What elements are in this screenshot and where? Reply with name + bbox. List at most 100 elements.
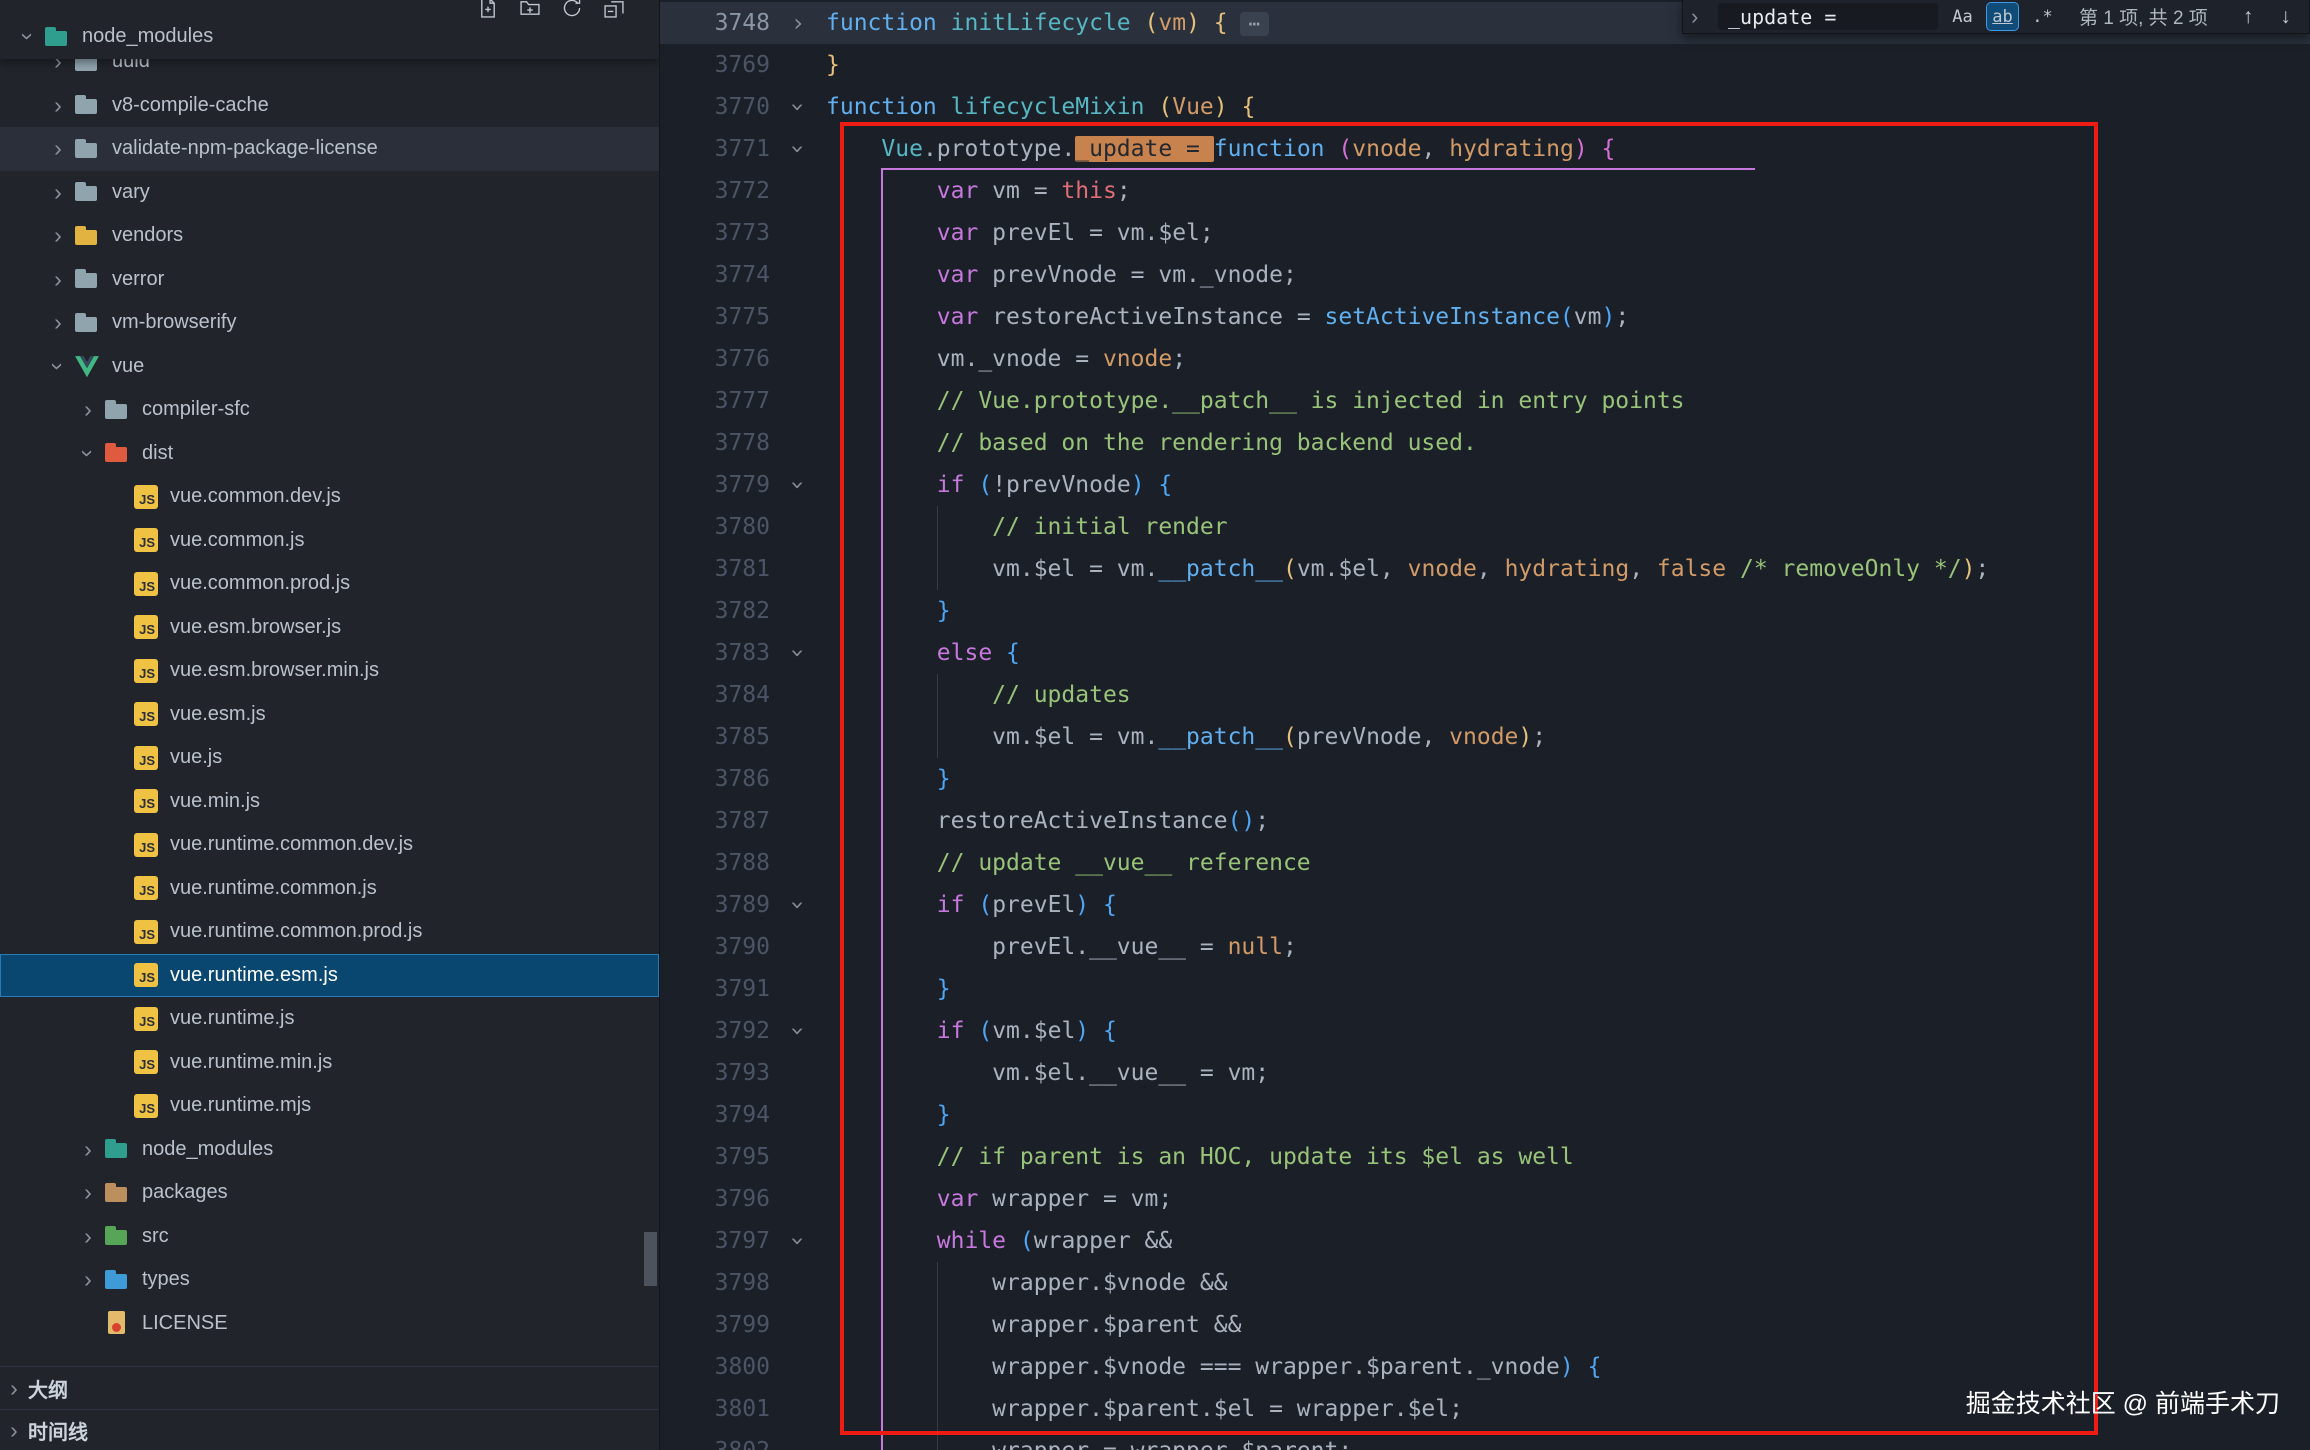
code-line-3792[interactable]: 3792› if (vm.$el) {: [660, 1010, 2310, 1052]
chevron-down-icon[interactable]: ›: [15, 23, 42, 51]
chevron-right-icon[interactable]: ›: [44, 135, 72, 162]
chevron-down-icon[interactable]: ›: [45, 352, 72, 380]
code-line-3782[interactable]: 3782 }: [660, 590, 2310, 632]
code-lines[interactable]: 3748›function initLifecycle (vm) {⋯3769}…: [660, 2, 2310, 1450]
match-case-button[interactable]: Aa: [1947, 3, 1978, 30]
tree-item-packages[interactable]: ›packages: [0, 1171, 659, 1215]
tree-item-verror[interactable]: ›verror: [0, 258, 659, 302]
tree-item-vue.min.js[interactable]: JSvue.min.js: [0, 780, 659, 824]
code-line-3802[interactable]: 3802 wrapper = wrapper.$parent;: [660, 1430, 2310, 1450]
code-line-3770[interactable]: 3770›function lifecycleMixin (Vue) {: [660, 86, 2310, 128]
code-line-3776[interactable]: 3776 vm._vnode = vnode;: [660, 338, 2310, 380]
code-line-3797[interactable]: 3797› while (wrapper &&: [660, 1220, 2310, 1262]
tree-item-vue.runtime.js[interactable]: JSvue.runtime.js: [0, 997, 659, 1041]
tree-item-vendors[interactable]: ›vendors: [0, 214, 659, 258]
sidebar-scrollbar[interactable]: [644, 1232, 657, 1286]
chevron-right-icon[interactable]: ›: [0, 1417, 28, 1444]
tree-item-dist[interactable]: ›dist: [0, 432, 659, 476]
tree-item-vue.esm.browser.js[interactable]: JSvue.esm.browser.js: [0, 606, 659, 650]
outline-panel-header[interactable]: › 大纲: [0, 1366, 659, 1410]
tree-item-vue.runtime.mjs[interactable]: JSvue.runtime.mjs: [0, 1084, 659, 1128]
tree-item-vue.js[interactable]: JSvue.js: [0, 736, 659, 780]
fold-down-icon[interactable]: ›: [777, 457, 819, 513]
chevron-right-icon[interactable]: ›: [74, 1266, 102, 1293]
tree-item-validate-npm-package-license[interactable]: ›validate-npm-package-license: [0, 127, 659, 171]
chevron-right-icon[interactable]: ›: [44, 92, 72, 119]
chevron-right-icon[interactable]: ›: [74, 1136, 102, 1163]
new-file-button[interactable]: [477, 0, 499, 19]
tree-item-vue.esm.js[interactable]: JSvue.esm.js: [0, 693, 659, 737]
tree-item-node_modules[interactable]: ›node_modules: [0, 1128, 659, 1172]
tree-item-vue.common.dev.js[interactable]: JSvue.common.dev.js: [0, 475, 659, 519]
code-line-3771[interactable]: 3771› Vue.prototype._update = function (…: [660, 128, 2310, 170]
code-line-3775[interactable]: 3775 var restoreActiveInstance = setActi…: [660, 296, 2310, 338]
code-line-3799[interactable]: 3799 wrapper.$parent &&: [660, 1304, 2310, 1346]
fold-right-icon[interactable]: ›: [770, 2, 826, 44]
fold-down-icon[interactable]: ›: [777, 625, 819, 681]
tree-item-vue.common.prod.js[interactable]: JSvue.common.prod.js: [0, 562, 659, 606]
whole-word-button[interactable]: ab: [1987, 3, 2018, 30]
fold-down-icon[interactable]: ›: [777, 1213, 819, 1269]
tree-item-node_modules[interactable]: ›node_modules: [0, 15, 659, 59]
tree-item-compiler-sfc[interactable]: ›compiler-sfc: [0, 388, 659, 432]
code-line-3784[interactable]: 3784 // updates: [660, 674, 2310, 716]
chevron-right-icon[interactable]: ›: [74, 1223, 102, 1250]
tree-item-vue[interactable]: ›vue: [0, 345, 659, 389]
fold-down-icon[interactable]: ›: [777, 1003, 819, 1059]
code-line-3769[interactable]: 3769}: [660, 44, 2310, 86]
tree-item-v8-compile-cache[interactable]: ›v8-compile-cache: [0, 84, 659, 128]
code-line-3796[interactable]: 3796 var wrapper = vm;: [660, 1178, 2310, 1220]
collapse-all-button[interactable]: [603, 0, 625, 19]
code-line-3773[interactable]: 3773 var prevEl = vm.$el;: [660, 212, 2310, 254]
code-line-3795[interactable]: 3795 // if parent is an HOC, update its …: [660, 1136, 2310, 1178]
fold-down-icon[interactable]: ›: [777, 877, 819, 933]
code-line-3783[interactable]: 3783› else {: [660, 632, 2310, 674]
tree-item-vary[interactable]: ›vary: [0, 171, 659, 215]
chevron-right-icon[interactable]: ›: [74, 396, 102, 423]
code-line-3791[interactable]: 3791 }: [660, 968, 2310, 1010]
chevron-right-icon[interactable]: ›: [44, 222, 72, 249]
code-line-3785[interactable]: 3785 vm.$el = vm.__patch__(prevVnode, vn…: [660, 716, 2310, 758]
tree-item-types[interactable]: ›types: [0, 1258, 659, 1302]
tree-item-vm-browserify[interactable]: ›vm-browserify: [0, 301, 659, 345]
tree-item-src[interactable]: ›src: [0, 1215, 659, 1259]
code-line-3798[interactable]: 3798 wrapper.$vnode &&: [660, 1262, 2310, 1304]
chevron-down-icon[interactable]: ›: [75, 439, 102, 467]
refresh-button[interactable]: [561, 0, 583, 19]
timeline-panel-header[interactable]: › 时间线: [0, 1409, 659, 1450]
chevron-right-icon[interactable]: ›: [44, 309, 72, 336]
code-line-3788[interactable]: 3788 // update __vue__ reference: [660, 842, 2310, 884]
code-line-3778[interactable]: 3778 // based on the rendering backend u…: [660, 422, 2310, 464]
new-folder-button[interactable]: [519, 0, 541, 19]
find-toggle-replace-icon[interactable]: ›: [1691, 4, 1709, 30]
fold-down-icon[interactable]: ›: [777, 121, 819, 177]
chevron-right-icon[interactable]: ›: [74, 1179, 102, 1206]
code-line-3777[interactable]: 3777 // Vue.prototype.__patch__ is injec…: [660, 380, 2310, 422]
find-next-button[interactable]: ↓: [2280, 5, 2291, 29]
tree-item-vue.common.js[interactable]: JSvue.common.js: [0, 519, 659, 563]
code-line-3789[interactable]: 3789› if (prevEl) {: [660, 884, 2310, 926]
code-line-3800[interactable]: 3800 wrapper.$vnode === wrapper.$parent.…: [660, 1346, 2310, 1388]
tree-item-vue.runtime.esm.js[interactable]: JSvue.runtime.esm.js: [0, 954, 659, 998]
code-line-3781[interactable]: 3781 vm.$el = vm.__patch__(vm.$el, vnode…: [660, 548, 2310, 590]
tree-item-vue.esm.browser.min.js[interactable]: JSvue.esm.browser.min.js: [0, 649, 659, 693]
code-line-3787[interactable]: 3787 restoreActiveInstance();: [660, 800, 2310, 842]
tree-item-vue.runtime.min.js[interactable]: JSvue.runtime.min.js: [0, 1041, 659, 1085]
tree-item-LICENSE[interactable]: LICENSE: [0, 1302, 659, 1346]
tree-item-vue.runtime.common.dev.js[interactable]: JSvue.runtime.common.dev.js: [0, 823, 659, 867]
code-line-3772[interactable]: 3772 var vm = this;: [660, 170, 2310, 212]
find-previous-button[interactable]: ↑: [2243, 5, 2254, 29]
tree-item-vue.runtime.common.prod.js[interactable]: JSvue.runtime.common.prod.js: [0, 910, 659, 954]
code-line-3779[interactable]: 3779› if (!prevVnode) {: [660, 464, 2310, 506]
code-line-3780[interactable]: 3780 // initial render: [660, 506, 2310, 548]
regex-button[interactable]: .*: [2027, 3, 2058, 30]
code-line-3786[interactable]: 3786 }: [660, 758, 2310, 800]
code-line-3793[interactable]: 3793 vm.$el.__vue__ = vm;: [660, 1052, 2310, 1094]
chevron-right-icon[interactable]: ›: [0, 1375, 28, 1402]
code-line-3774[interactable]: 3774 var prevVnode = vm._vnode;: [660, 254, 2310, 296]
chevron-right-icon[interactable]: ›: [44, 266, 72, 293]
code-line-3794[interactable]: 3794 }: [660, 1094, 2310, 1136]
tree-item-vue.runtime.common.js[interactable]: JSvue.runtime.common.js: [0, 867, 659, 911]
chevron-right-icon[interactable]: ›: [44, 179, 72, 206]
find-input[interactable]: _update =: [1718, 3, 1938, 30]
